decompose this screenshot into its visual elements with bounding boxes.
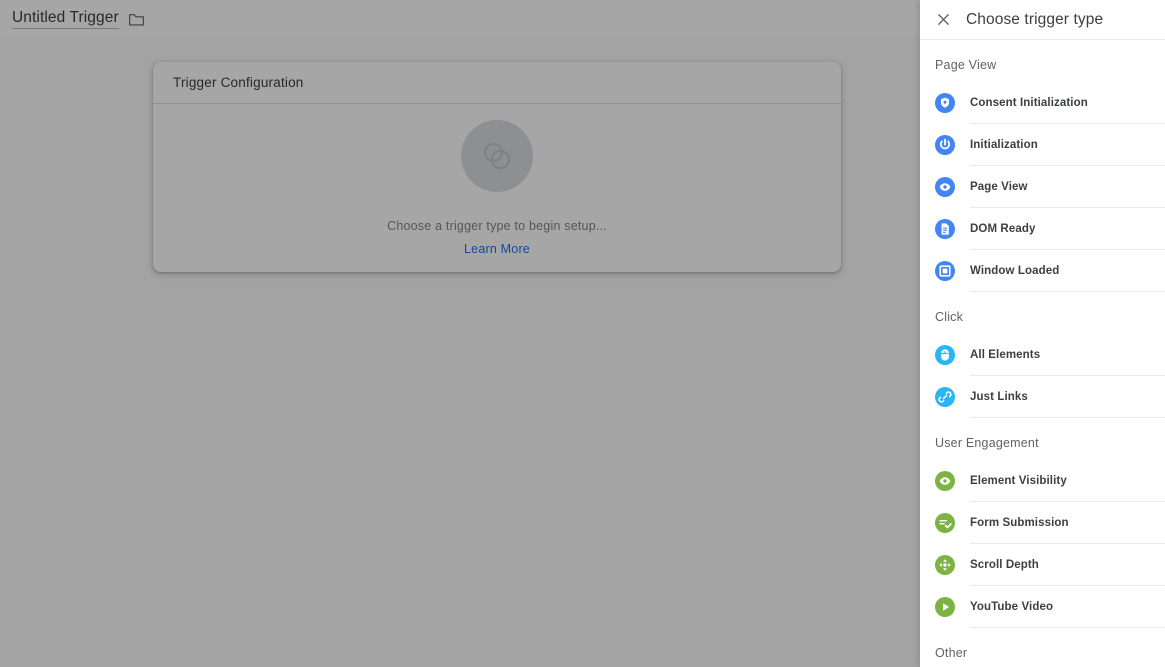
modal-scrim[interactable] (0, 0, 920, 667)
section-header-other: Other (935, 646, 968, 660)
trigger-type-consent-initialization[interactable]: Consent Initialization (920, 82, 1165, 124)
document-icon (935, 219, 955, 239)
shield-icon (935, 93, 955, 113)
window-icon (935, 261, 955, 281)
trigger-type-form-submission[interactable]: Form Submission (920, 502, 1165, 544)
mouse-icon (935, 345, 955, 365)
trigger-type-label: Page View (970, 166, 1165, 208)
move-arrows-icon (935, 555, 955, 575)
trigger-type-label: Scroll Depth (970, 544, 1165, 586)
trigger-type-label: Initialization (970, 124, 1165, 166)
trigger-type-initialization[interactable]: Initialization (920, 124, 1165, 166)
eye-icon (935, 177, 955, 197)
trigger-group: User Engagement Element Visibility Form Su… (920, 418, 1165, 628)
eye-icon (935, 471, 955, 491)
section-header-click: Click (935, 310, 964, 324)
trigger-type-element-visibility[interactable]: Element Visibility (920, 460, 1165, 502)
trigger-type-just-links[interactable]: Just Links (920, 376, 1165, 418)
trigger-type-label: All Elements (970, 334, 1165, 376)
power-icon (935, 135, 955, 155)
trigger-type-page-view[interactable]: Page View (920, 166, 1165, 208)
app-root: Untitled Trigger Trigger Configuration C… (0, 0, 1165, 667)
trigger-type-label: Form Submission (970, 502, 1165, 544)
trigger-type-label: Just Links (970, 376, 1165, 418)
trigger-type-scroll-depth[interactable]: Scroll Depth (920, 544, 1165, 586)
panel-title: Choose trigger type (966, 10, 1104, 28)
trigger-type-all-elements[interactable]: All Elements (920, 334, 1165, 376)
trigger-type-label: Window Loaded (970, 250, 1165, 292)
choose-trigger-type-panel: Choose trigger type Page View Consent Ini… (920, 0, 1165, 667)
trigger-type-list[interactable]: Page View Consent Initialization Initializ… (920, 40, 1165, 667)
trigger-group: Page View Consent Initialization Initializ… (920, 40, 1165, 292)
trigger-type-dom-ready[interactable]: DOM Ready (920, 208, 1165, 250)
link-icon (935, 387, 955, 407)
panel-header: Choose trigger type (920, 0, 1165, 40)
trigger-type-label: YouTube Video (970, 586, 1165, 628)
section-header-user-engagement: User Engagement (935, 436, 1039, 450)
trigger-group: Other (920, 628, 1165, 667)
trigger-type-label: Consent Initialization (970, 82, 1165, 124)
close-icon[interactable] (935, 11, 952, 28)
section-header-page-view: Page View (935, 58, 997, 72)
trigger-type-label: DOM Ready (970, 208, 1165, 250)
trigger-type-window-loaded[interactable]: Window Loaded (920, 250, 1165, 292)
form-check-icon (935, 513, 955, 533)
trigger-type-label: Element Visibility (970, 460, 1165, 502)
trigger-group: Click All Elements Just Links (920, 292, 1165, 418)
trigger-type-youtube-video[interactable]: YouTube Video (920, 586, 1165, 628)
play-icon (935, 597, 955, 617)
